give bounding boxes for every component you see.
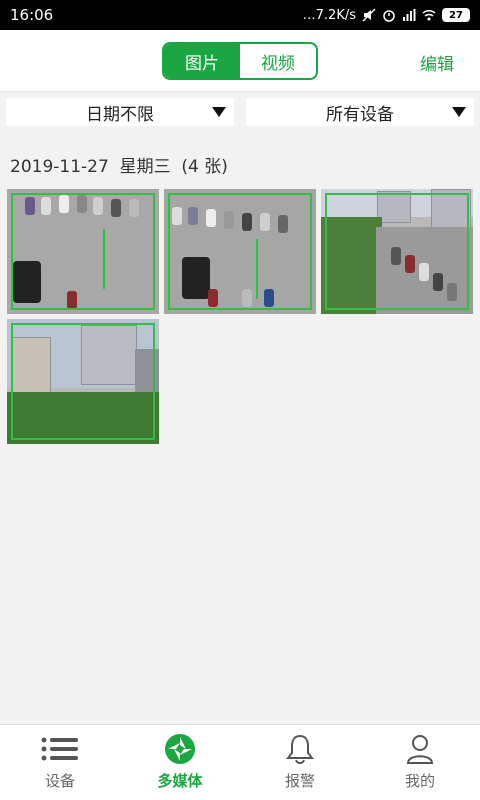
group-weekday: 星期三 [119, 157, 171, 177]
signal-icon [402, 8, 416, 22]
bottom-navigation: 设备 多媒体 报警 我的 [0, 724, 480, 800]
date-group-header: 2019-11-27 星期三 (4 张) [10, 152, 228, 177]
group-date: 2019-11-27 [10, 157, 109, 177]
list-icon [40, 734, 80, 764]
photo-thumbnail[interactable] [321, 189, 473, 314]
status-bar: 16:06 …7.2K/s 27 [0, 0, 480, 30]
device-filter-dropdown[interactable]: 所有设备 [246, 98, 474, 126]
edit-button[interactable]: 编辑 [420, 50, 454, 75]
battery-icon: 27 [442, 8, 470, 22]
nav-media-label: 多媒体 [157, 772, 203, 790]
photo-thumbnail[interactable] [164, 189, 316, 314]
nav-devices-label: 设备 [44, 772, 75, 790]
filter-bar: 日期不限 所有设备 [6, 98, 474, 126]
dropdown-arrow-icon [452, 107, 466, 117]
mute-icon [362, 8, 376, 22]
person-icon [400, 734, 440, 764]
network-speed: …7.2K/s [302, 7, 356, 23]
tab-photos[interactable]: 图片 [164, 44, 240, 78]
group-count: (4 张) [181, 157, 228, 177]
bell-icon [280, 734, 320, 764]
nav-profile[interactable]: 我的 [360, 725, 480, 800]
status-icons: …7.2K/s 27 [303, 8, 470, 23]
date-filter-dropdown[interactable]: 日期不限 [6, 98, 234, 126]
photo-thumbnail[interactable] [7, 189, 159, 314]
top-bar: 图片 视频 编辑 [0, 30, 480, 92]
nav-alarms-label: 报警 [284, 772, 315, 790]
device-filter-label: 所有设备 [326, 104, 394, 125]
media-type-switch: 图片 视频 [162, 42, 318, 80]
nav-media[interactable]: 多媒体 [120, 725, 240, 800]
photo-thumbnail[interactable] [7, 319, 159, 444]
date-filter-label: 日期不限 [86, 104, 154, 125]
status-time: 16:06 [10, 6, 54, 24]
dropdown-arrow-icon [212, 107, 226, 117]
tab-videos[interactable]: 视频 [240, 44, 316, 78]
alarm-icon [382, 8, 396, 22]
camera-shutter-icon [160, 734, 200, 764]
nav-alarms[interactable]: 报警 [240, 725, 360, 800]
nav-profile-label: 我的 [404, 772, 435, 790]
nav-devices[interactable]: 设备 [0, 725, 120, 800]
wifi-icon [422, 8, 436, 22]
